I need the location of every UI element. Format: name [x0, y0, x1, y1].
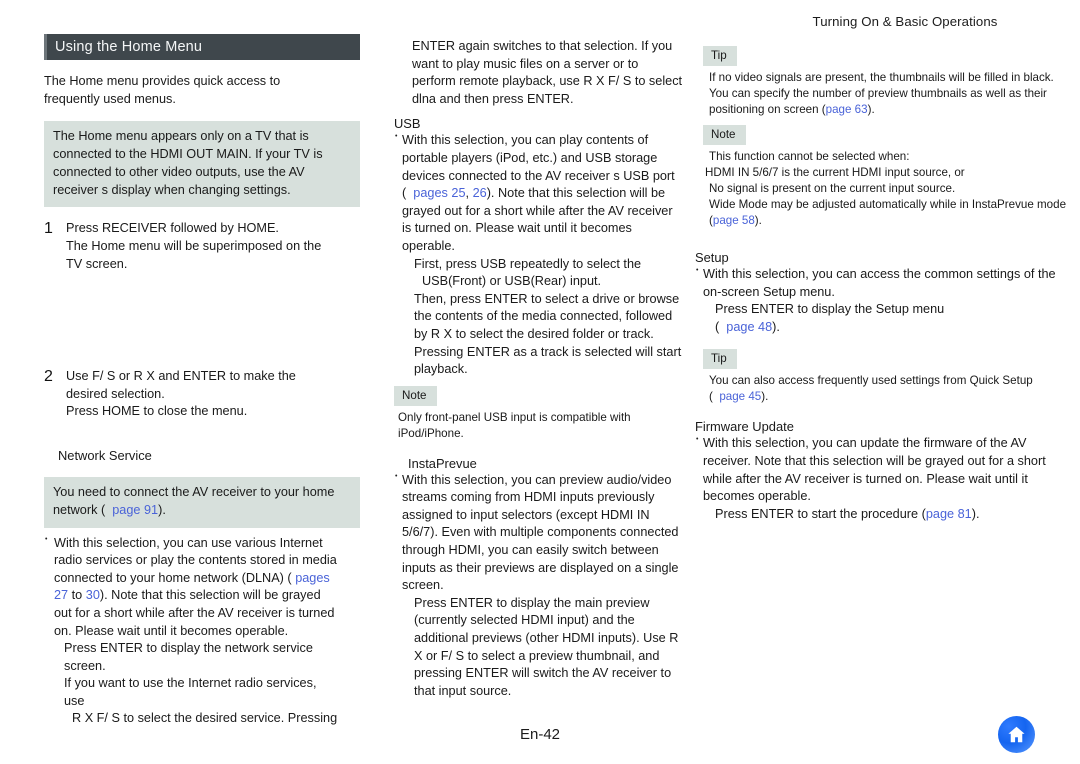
spacer-large	[44, 273, 338, 368]
setup-paren-close: ).	[772, 319, 780, 334]
bullet-firmware: With this selection, you can update the …	[695, 431, 1068, 505]
link-page-63[interactable]: page 63	[826, 103, 868, 116]
firmware-sub-line: Press ENTER to start the procedure (page…	[695, 506, 1068, 524]
note-block-instaprevue: Note This function cannot be selected wh…	[695, 125, 1068, 229]
column-middle: ENTER again switches to that selection. …	[350, 34, 695, 698]
callout-home-menu-tv: The Home menu appears only on a TV that …	[44, 121, 360, 208]
bullet-network-service: With this selection, you can use various…	[44, 531, 338, 641]
subhead-firmware-update: Firmware Update	[695, 419, 794, 435]
note-label: Note	[703, 125, 746, 145]
step-2-number: 2	[44, 368, 53, 386]
note-item-3: Wide Mode may be adjusted automatically …	[695, 197, 1068, 229]
network-sub-line-1: Press ENTER to display the network servi…	[64, 641, 313, 673]
subhead-network-service: Network Service	[58, 447, 152, 463]
step-1-line-1: Press RECEIVER followed by HOME.	[66, 221, 279, 236]
tip-text-2a: You can specify the number of preview th…	[709, 87, 1047, 116]
step-1-line-2: The Home menu will be superimposed on th…	[66, 238, 322, 271]
link-page-26[interactable]: 26	[473, 186, 487, 200]
running-header: Turning On & Basic Operations	[812, 14, 998, 29]
note-item-3b: ).	[754, 214, 762, 227]
tip-text-line-2: You can specify the number of preview th…	[695, 86, 1068, 118]
tip-label: Tip	[703, 46, 737, 66]
usb-sub-line-3: Then, press ENTER to select a drive or b…	[414, 291, 682, 377]
setup-sub-line-1: Press ENTER to display the Setup menu	[715, 302, 945, 317]
intro-paragraph: The Home menu provides quick access to f…	[44, 74, 281, 106]
instaprevue-sub-line: Press ENTER to display the main preview …	[414, 595, 679, 698]
home-icon	[1008, 726, 1025, 743]
bullet-setup: With this selection, you can access the …	[695, 262, 1068, 301]
step-1-number: 1	[44, 220, 53, 238]
step-1-body: Press RECEIVER followed by HOME. The Hom…	[66, 220, 338, 273]
column-right: Tip If no video signals are present, the…	[695, 34, 1080, 694]
note-item-3a: Wide Mode may be adjusted automatically …	[709, 198, 1067, 227]
subhead-setup: Setup	[695, 250, 729, 265]
step-2-line-2: Press HOME to close the menu.	[66, 404, 248, 419]
link-page-45[interactable]: page 45	[719, 390, 761, 403]
note-text-line-1: This function cannot be selected when:	[709, 150, 910, 163]
note-block-usb: Note Only front-panel USB input is compa…	[394, 385, 683, 442]
continued-paragraph: ENTER again switches to that selection. …	[412, 39, 683, 106]
callout-network-text-b: ).	[158, 502, 166, 517]
usb-comma: ,	[465, 186, 473, 201]
link-page-91[interactable]: page 91	[112, 503, 158, 517]
tip-label: Tip	[703, 349, 737, 370]
usb-sub-line-2: USB(Front) or USB(Rear) input.	[422, 274, 602, 289]
tip-block-quick-setup: Tip You can also access frequently used …	[695, 349, 1068, 405]
tip-quick-setup-text: You can also access frequently used sett…	[695, 373, 1068, 405]
link-page-58[interactable]: page 58	[713, 214, 755, 227]
callout-network-text-a: You need to connect the AV receiver to y…	[53, 484, 335, 517]
link-page-81[interactable]: page 81	[926, 507, 972, 521]
three-column-layout: Using the Home Menu The Home menu provid…	[0, 34, 1080, 725]
bullet-instaprevue: With this selection, you can preview aud…	[394, 468, 683, 595]
link-pages-25[interactable]: pages 25	[413, 186, 465, 200]
home-button[interactable]	[998, 716, 1035, 753]
page-folio: En-42	[519, 726, 561, 743]
tip-block-thumbnails: Tip If no video signals are present, the…	[695, 46, 1068, 118]
link-page-30[interactable]: 30	[86, 588, 100, 602]
link-page-48[interactable]: page 48	[726, 320, 772, 334]
tip-text-line-1: If no video signals are present, the thu…	[709, 71, 1054, 84]
note-text: Only front-panel USB input is compatible…	[398, 410, 631, 440]
network-sub-line-2: If you want to use the Internet radio se…	[64, 676, 317, 708]
usb-sub-line-1: First, press USB repeatedly to select th…	[414, 256, 642, 271]
section-title-text: Using the Home Menu	[55, 39, 203, 55]
bullet-usb: With this selection, you can play conten…	[394, 128, 683, 255]
callout-network-requirement: You need to connect the AV receiver to y…	[44, 476, 360, 528]
firmware-sub-b: ).	[971, 506, 980, 521]
tip-text-2b: ).	[867, 103, 875, 116]
section-title-bar: Using the Home Menu	[44, 34, 360, 60]
note-label: Note	[394, 385, 437, 406]
step-2-body: Use F/ S or R X and ENTER to make the de…	[66, 368, 338, 421]
column-left: Using the Home Menu The Home menu provid…	[0, 34, 360, 725]
step-1: 1 Press RECEIVER followed by HOME. The H…	[44, 220, 338, 273]
manual-page: Turning On & Basic Operations Using the …	[0, 0, 1080, 764]
subhead-usb: USB	[394, 116, 421, 132]
firmware-sub-a: Press ENTER to start the procedure (	[715, 506, 926, 521]
step-2-line-1: Use F/ S or R X and ENTER to make the de…	[66, 369, 296, 401]
step-2: 2 Use F/ S or R X and ENTER to make the …	[44, 368, 338, 421]
note-item-2: No signal is present on the current inpu…	[709, 182, 956, 195]
subhead-instaprevue: InstaPrevue	[408, 455, 477, 471]
setup-sub-line-2: ( page 48).	[695, 319, 1068, 337]
bullet-network-to: to	[68, 588, 86, 603]
tip-quick-setup-b: ).	[761, 390, 769, 404]
note-item-1: HDMI IN 5/6/7 is the current HDMI input …	[705, 166, 965, 179]
